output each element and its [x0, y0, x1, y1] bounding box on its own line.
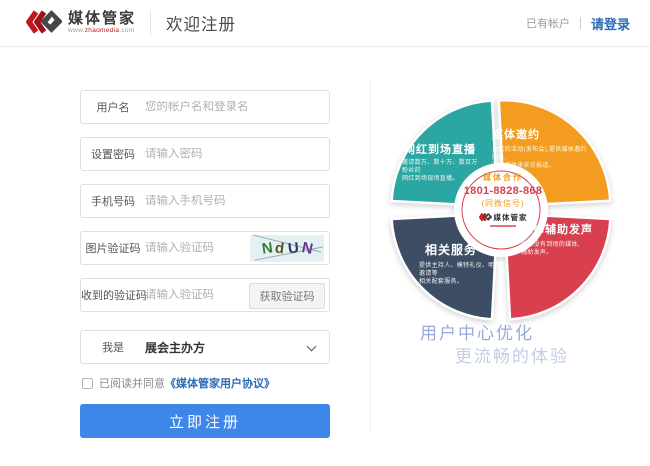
sms-code-field-row: 收到的验证码 获取验证码: [80, 278, 330, 312]
sms-code-label: 收到的验证码: [81, 287, 145, 303]
brand-url-suffix: .com: [119, 27, 134, 34]
phone-input[interactable]: [145, 195, 329, 207]
phone-field-row: 手机号码: [80, 184, 330, 218]
header-right-separator: [580, 17, 581, 29]
segment-label-media-invite: 媒体邀约: [492, 126, 540, 142]
role-selected-value: 展会主办方: [145, 339, 205, 356]
segment-label-related-services: 相关服务: [425, 241, 477, 258]
agreement-row: 已阅读并同意 《媒体管家用户协议》: [82, 375, 275, 391]
tagline-line1: 用户中心优化: [420, 319, 534, 344]
brand-mini-icon: [479, 212, 492, 223]
username-label: 用户名: [81, 99, 145, 115]
brand-title: 媒体管家: [68, 11, 136, 26]
header-divider: [150, 11, 151, 35]
image-captcha-label: 图片验证码: [81, 240, 145, 256]
segment-desc-related-services: 提供主持人、模特礼仪、明星邀请等 相关配套服务。: [419, 262, 507, 286]
password-input[interactable]: [145, 148, 329, 160]
header: 媒体管家 www.zhaomedia.com 欢迎注册 已有帐户 请登录: [0, 0, 650, 47]
desc-line: 邀请媒体来采访报道。: [492, 162, 592, 170]
segment-desc-media-invite: 为您的活动(发布会),提供媒体邀约服务, 邀请媒体来采访报道。: [492, 146, 592, 170]
brand-url-prefix: www.: [68, 27, 85, 34]
desc-line: 为您的活动(发布会),提供媒体邀约服务,: [492, 146, 592, 162]
tagline-line2: 更流畅的体验: [455, 342, 569, 367]
segment-label-live-stream: 网红到场直播: [404, 141, 476, 157]
cooperation-label: 媒体合作: [455, 174, 551, 182]
center-brand-text: 媒体管家: [494, 214, 528, 222]
header-right: 已有帐户 请登录: [526, 14, 630, 33]
captcha-char: U: [287, 239, 300, 257]
captcha-char: N: [261, 239, 274, 257]
brand-logo-icon: [26, 8, 62, 38]
register-page: 媒体管家 www.zhaomedia.com 欢迎注册 已有帐户 请登录 用户名…: [0, 0, 650, 466]
chevron-down-icon: [307, 342, 317, 352]
username-input[interactable]: [145, 101, 329, 113]
get-code-button[interactable]: 获取验证码: [249, 283, 325, 309]
login-link[interactable]: 请登录: [591, 14, 630, 33]
image-captcha-field-row: 图片验证码 N d U N: [80, 231, 330, 265]
center-brand-underline: [490, 225, 516, 227]
role-select[interactable]: 我是 展会主办方: [80, 330, 330, 364]
have-account-label: 已有帐户: [526, 15, 570, 31]
wechat-note: (同微信号): [455, 200, 551, 208]
username-field-row: 用户名: [80, 90, 330, 124]
page-title: 欢迎注册: [166, 11, 236, 35]
agreement-link[interactable]: 《媒体管家用户协议》: [165, 375, 275, 391]
brand-logo[interactable]: 媒体管家 www.zhaomedia.com: [26, 8, 136, 38]
desc-line: 辅助发声。: [521, 249, 593, 257]
phone-label: 手机号码: [81, 193, 145, 209]
password-field-row: 设置密码: [80, 137, 330, 171]
brand-url-mid: zhaomedia: [85, 27, 120, 34]
agreement-text: 已阅读并同意: [99, 375, 165, 391]
contact-phone: 1801-8828-868: [455, 186, 551, 197]
password-label: 设置密码: [81, 146, 145, 162]
register-button[interactable]: 立即注册: [80, 404, 330, 438]
captcha-image[interactable]: N d U N: [250, 235, 324, 262]
center-brand: 媒体管家: [455, 212, 551, 223]
desc-line: 邀请数万、数十万、数百万粉丝的: [402, 159, 480, 175]
brand-url: www.zhaomedia.com: [68, 28, 136, 35]
desc-line: 相关配套服务。: [419, 278, 507, 286]
column-divider: [370, 80, 371, 430]
pie-center-content: 媒体合作 1801-8828-868 (同微信号) 媒体管家: [455, 174, 551, 227]
segment-desc-media-voice: 联系没有到场的媒体, 辅助发声。: [521, 241, 593, 257]
agreement-checkbox[interactable]: [82, 378, 93, 389]
desc-line: 联系没有到场的媒体,: [521, 241, 593, 249]
role-label: 我是: [81, 339, 145, 355]
brand-logo-text: 媒体管家 www.zhaomedia.com: [68, 11, 136, 35]
desc-line: 提供主持人、模特礼仪、明星邀请等: [419, 262, 507, 278]
